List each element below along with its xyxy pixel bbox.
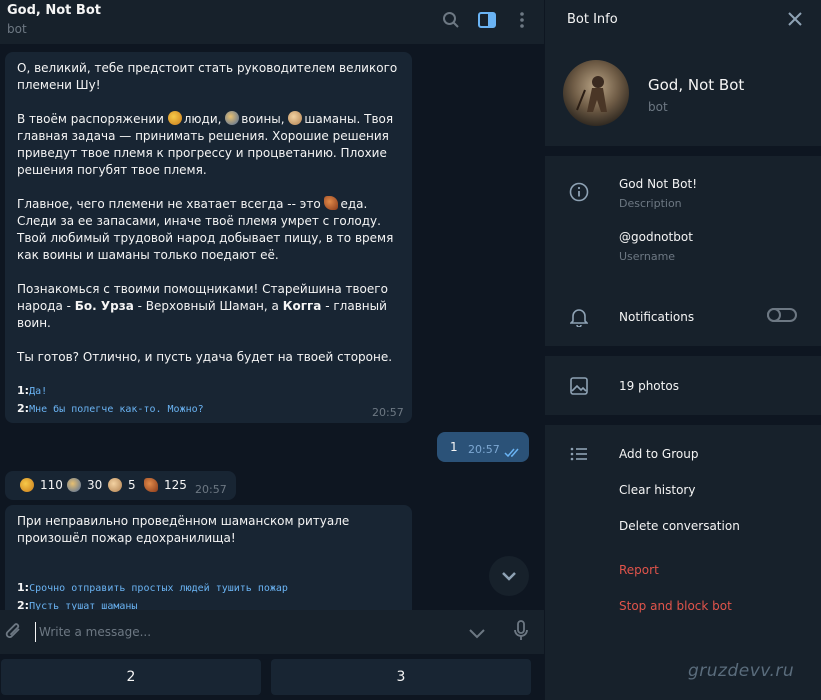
shaman-icon bbox=[288, 111, 303, 125]
list-icon bbox=[569, 444, 589, 464]
warrior-icon bbox=[225, 111, 240, 125]
fire-text: При неправильно проведённом шаманском ри… bbox=[17, 514, 350, 545]
intro-option-1: 1:Да! bbox=[17, 382, 47, 400]
sidebar-toggle-icon[interactable] bbox=[476, 9, 498, 31]
bot-type: bot bbox=[648, 100, 668, 114]
chevron-down-icon bbox=[502, 572, 516, 581]
clear-history-button[interactable]: Clear history bbox=[619, 483, 695, 497]
bot-keyboard: 2 3 bbox=[0, 654, 544, 700]
food-icon bbox=[144, 478, 158, 492]
intro-paragraph-5: Ты готов? Отлично, и пусть удача будет н… bbox=[17, 350, 393, 364]
intro-option-2-text[interactable]: Мне бы полегче как-то. Можно? bbox=[29, 404, 204, 415]
description-label: Description bbox=[619, 197, 682, 210]
attach-icon[interactable] bbox=[4, 621, 24, 647]
bot-keyboard-chevron-icon[interactable] bbox=[468, 625, 486, 644]
toggle-knob bbox=[767, 308, 781, 322]
fire-option-1: 1:Срочно отправить простых людей тушить … bbox=[17, 579, 288, 597]
info-icon bbox=[569, 182, 589, 202]
intro-option-2: 2:Мне бы полегче как-то. Можно? bbox=[17, 400, 204, 418]
people-icon bbox=[167, 111, 182, 125]
keyboard-button-3[interactable]: 3 bbox=[271, 659, 531, 695]
intro-paragraph-2: В твоём распоряжении люди, воины, шаманы… bbox=[17, 111, 400, 179]
intro-paragraph-4: Познакомься с твоими помощниками! Старей… bbox=[17, 281, 400, 332]
double-check-icon bbox=[504, 443, 522, 462]
divider bbox=[545, 146, 821, 156]
intro-option-1-num: 1: bbox=[17, 384, 30, 397]
photos-link[interactable]: 19 photos bbox=[619, 379, 679, 393]
username-label: Username bbox=[619, 250, 676, 263]
close-icon[interactable] bbox=[787, 11, 803, 31]
fire-message: При неправильно проведённом шаманском ри… bbox=[5, 505, 412, 625]
chat-subtitle: bot bbox=[7, 22, 27, 36]
divider bbox=[545, 415, 821, 425]
avatar[interactable] bbox=[563, 60, 629, 126]
chat-header: God, Not Bot bot bbox=[0, 0, 544, 44]
watermark: gruzdevv.ru bbox=[688, 661, 795, 681]
intro-line1: О, великий, тебе предстоит стать руковод… bbox=[17, 61, 398, 92]
stat-warriors: 30 bbox=[87, 478, 103, 492]
food-icon bbox=[324, 196, 339, 210]
intro-p2-text-a: В твоём распоряжении bbox=[17, 112, 168, 126]
intro-p4-elder: Бо. Урза bbox=[74, 299, 134, 313]
message-input[interactable] bbox=[35, 622, 455, 642]
photo-icon bbox=[569, 376, 589, 396]
warrior-icon bbox=[67, 478, 81, 492]
keyboard-button-2[interactable]: 2 bbox=[1, 659, 261, 695]
search-icon[interactable] bbox=[440, 9, 462, 31]
add-to-group-button[interactable]: Add to Group bbox=[619, 447, 698, 461]
intro-p3-text-a: Главное, чего племени не хватает всегда … bbox=[17, 197, 325, 211]
delete-conversation-button[interactable]: Delete conversation bbox=[619, 519, 740, 533]
bot-info-panel: Bot Info God, Not Bot bot God Not Bot! D… bbox=[545, 0, 821, 700]
shaman-icon bbox=[108, 478, 122, 492]
intro-message: О, великий, тебе предстоит стать руковод… bbox=[5, 52, 412, 423]
intro-p2-warriors: воины, bbox=[241, 112, 289, 126]
outgoing-message: 1 20:57 bbox=[437, 432, 529, 462]
people-icon bbox=[20, 478, 34, 492]
intro-p4-text-b: - Верховный Шаман, а bbox=[133, 299, 283, 313]
description-value[interactable]: God Not Bot! bbox=[619, 177, 697, 191]
outgoing-time: 20:57 bbox=[468, 443, 500, 456]
intro-p4-warrior: Когга bbox=[282, 299, 322, 313]
stats-time: 20:57 bbox=[195, 483, 227, 496]
composer bbox=[0, 610, 544, 654]
more-menu-icon[interactable] bbox=[511, 9, 533, 31]
info-title: Bot Info bbox=[567, 12, 618, 27]
microphone-icon[interactable] bbox=[513, 620, 529, 646]
chat-title[interactable]: God, Not Bot bbox=[7, 3, 101, 18]
report-button[interactable]: Report bbox=[619, 563, 659, 577]
username-value[interactable]: @godnotbot bbox=[619, 230, 693, 244]
intro-time: 20:57 bbox=[372, 406, 404, 419]
notifications-toggle[interactable] bbox=[767, 308, 797, 322]
bell-icon bbox=[569, 307, 589, 327]
fire-option-1-num: 1: bbox=[17, 581, 30, 594]
intro-p2-people: люди, bbox=[183, 112, 226, 126]
outgoing-text: 1 bbox=[450, 440, 458, 454]
intro-paragraph-3: Главное, чего племени не хватает всегда … bbox=[17, 196, 400, 264]
stop-block-button[interactable]: Stop and block bot bbox=[619, 599, 732, 613]
notifications-label: Notifications bbox=[619, 310, 695, 324]
stats-message: 110 30 5 125 20:57 bbox=[5, 471, 236, 500]
fire-option-1-text[interactable]: Срочно отправить простых людей тушить по… bbox=[29, 583, 288, 594]
stat-people: 110 bbox=[40, 478, 63, 492]
bot-name: God, Not Bot bbox=[648, 76, 745, 94]
intro-option-2-num: 2: bbox=[17, 402, 30, 415]
divider bbox=[545, 346, 821, 356]
chat-pane: God, Not Bot bot О, великий, тебе предст… bbox=[0, 0, 544, 700]
scroll-down-button[interactable] bbox=[489, 556, 529, 596]
stat-shamans: 5 bbox=[128, 478, 136, 492]
intro-option-1-text[interactable]: Да! bbox=[29, 386, 47, 397]
stat-food: 125 bbox=[164, 478, 187, 492]
